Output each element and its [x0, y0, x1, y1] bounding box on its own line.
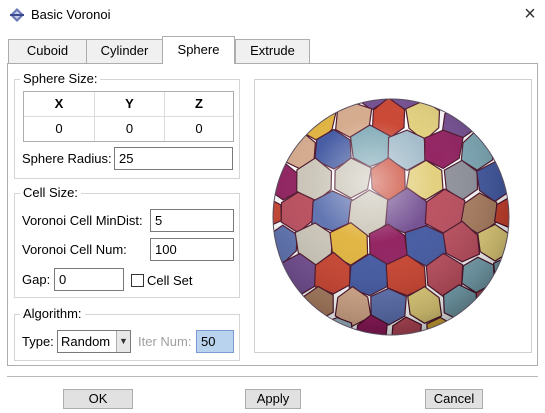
cell-min-dist-label: Voronoi Cell MinDist:: [22, 213, 143, 228]
gap-input[interactable]: 0: [54, 268, 124, 291]
cancel-button[interactable]: Cancel: [425, 389, 483, 409]
cell-num-input[interactable]: 100: [150, 238, 234, 261]
chevron-down-icon[interactable]: ▼: [116, 331, 130, 352]
window-title: Basic Voronoi: [31, 7, 111, 22]
tab-extrude[interactable]: Extrude: [235, 39, 310, 63]
sphere-radius-label: Sphere Radius:: [22, 151, 112, 166]
apply-button[interactable]: Apply: [245, 389, 301, 409]
cell-z-value[interactable]: 0: [165, 117, 233, 141]
voronoi-cell: [426, 99, 453, 109]
gap-label: Gap:: [22, 272, 51, 287]
tab-sphere[interactable]: Sphere: [162, 36, 235, 64]
column-header-z: Z: [165, 92, 233, 116]
sphere-radius-input[interactable]: 25: [114, 147, 233, 170]
iter-num-label: Iter Num:: [138, 334, 192, 349]
sphere-preview: [254, 79, 532, 353]
tab-cylinder[interactable]: Cylinder: [86, 39, 163, 63]
algorithm-type-select[interactable]: Random ▼: [57, 330, 131, 353]
iter-num-input[interactable]: 50: [196, 330, 234, 353]
app-diamond-icon: [9, 7, 25, 23]
column-header-x: X: [24, 92, 94, 116]
type-label: Type:: [22, 334, 54, 349]
cell-num-label: Voronoi Cell Num:: [22, 242, 127, 257]
cell-y-value[interactable]: 0: [95, 117, 164, 141]
tab-cuboid[interactable]: Cuboid: [8, 39, 87, 63]
sphere-center-table: X Y Z 0 0 0: [23, 91, 234, 142]
sphere-size-title: Sphere Size:: [20, 72, 101, 86]
ok-button[interactable]: OK: [63, 389, 133, 409]
cell-set-label: Cell Set: [147, 273, 193, 288]
column-header-y: Y: [95, 92, 164, 116]
voronoi-sphere-image: [272, 98, 510, 336]
close-icon[interactable]: ×: [519, 2, 541, 26]
algorithm-type-value: Random: [61, 334, 111, 349]
algorithm-title: Algorithm:: [20, 307, 85, 321]
cell-set-checkbox[interactable]: [131, 274, 144, 287]
footer-separator: [7, 376, 538, 377]
cell-x-value[interactable]: 0: [24, 117, 94, 141]
cell-size-title: Cell Size:: [20, 186, 81, 200]
cell-min-dist-input[interactable]: 5: [150, 209, 234, 232]
